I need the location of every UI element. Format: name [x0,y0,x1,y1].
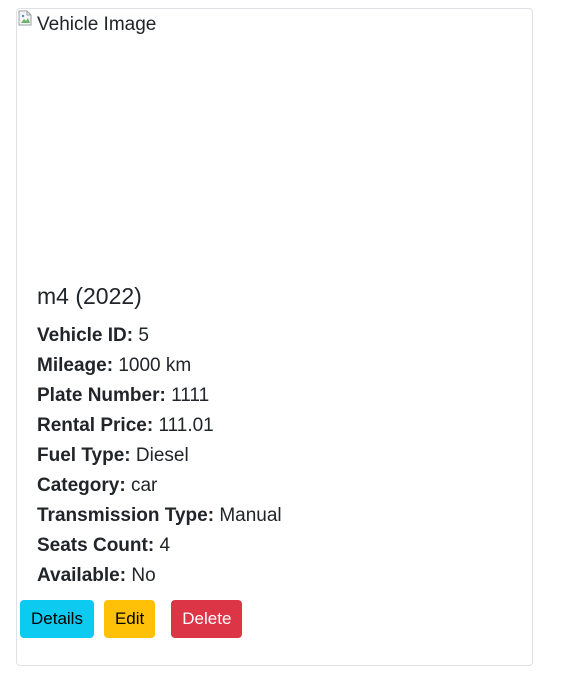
vehicle-card: Vehicle Image m4 (2022) Vehicle ID: 5 Mil… [16,8,533,666]
field-value: car [130,475,158,496]
vehicle-field-8: Available: No [37,561,512,591]
card-actions: Details Edit Delete [20,600,243,638]
field-value: 4 [159,535,171,556]
vehicle-field-5: Category: car [37,471,512,501]
vehicle-field-3: Rental Price: 111.01 [37,411,512,441]
delete-button[interactable]: Delete [171,600,243,638]
field-value: Diesel [135,445,189,466]
field-value: 1000 km [118,355,192,376]
vehicle-fields: Vehicle ID: 5 Mileage: 1000 km Plate Numbe… [37,321,512,591]
vehicle-field-4: Fuel Type: Diesel [37,441,512,471]
vehicle-field-7: Seats Count: 4 [37,531,512,561]
edit-button[interactable]: Edit [103,600,156,638]
vehicle-field-2: Plate Number: 1111 [37,381,512,411]
field-label: Seats Count: [37,535,155,556]
field-label: Fuel Type: [37,445,131,466]
field-label: Rental Price: [37,415,154,436]
image-alt-text: Vehicle Image [37,14,157,35]
field-label: Mileage: [37,355,114,376]
field-value: 111.01 [158,415,214,436]
vehicle-field-0: Vehicle ID: 5 [37,321,512,351]
field-label: Vehicle ID: [37,325,134,346]
vehicle-field-6: Transmission Type: Manual [37,501,512,531]
card-body: m4 (2022) Vehicle ID: 5 Mileage: 1000 km P… [37,281,512,591]
vehicle-title: m4 (2022) [37,283,142,309]
vehicle-field-1: Mileage: 1000 km [37,351,512,381]
field-label: Category: [37,475,126,496]
field-value: 5 [138,325,149,346]
broken-image-icon [18,10,32,26]
details-button[interactable]: Details [20,600,94,638]
field-label: Available: [37,565,127,586]
field-value: Manual [219,505,282,526]
field-value: No [131,565,156,586]
field-value: 1111 [171,385,210,406]
field-label: Plate Number: [37,385,166,406]
field-label: Transmission Type: [37,505,215,526]
vehicle-image: Vehicle Image [17,9,532,259]
